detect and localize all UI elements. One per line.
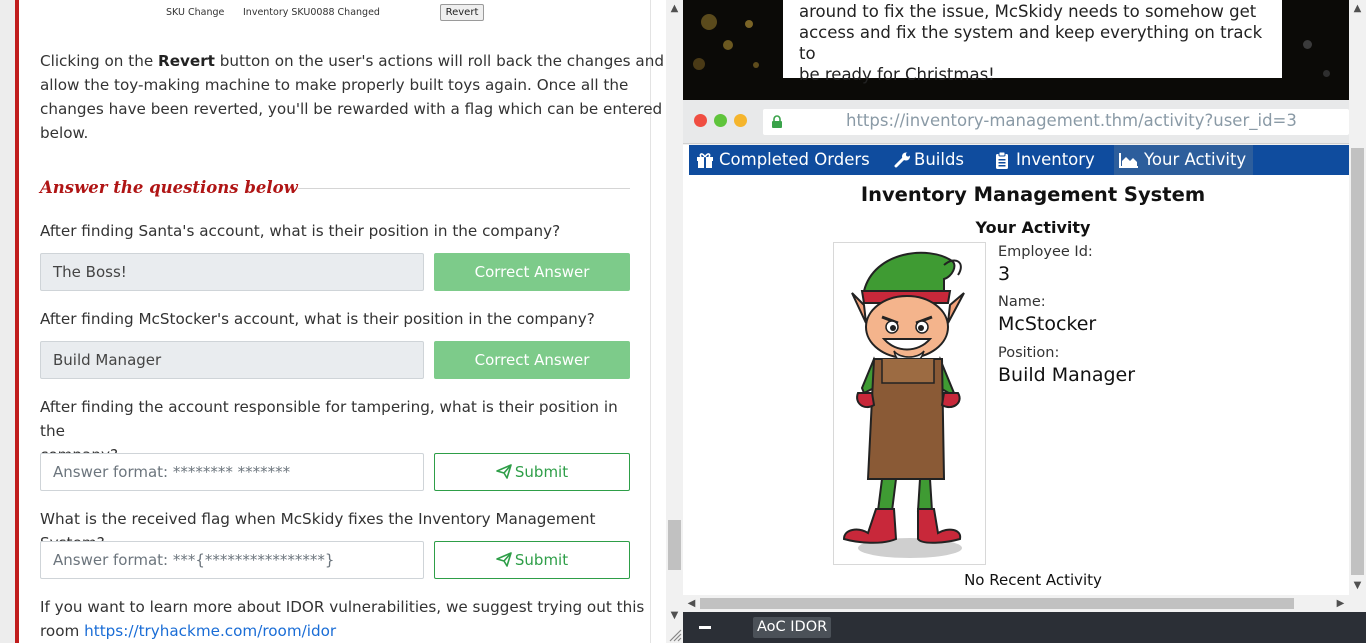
heading-rule <box>298 188 630 189</box>
task-panel-scrollbar[interactable]: ▲ ▼ <box>666 0 683 643</box>
question-2-answer-field[interactable]: Build Manager <box>40 341 424 379</box>
wrench-icon <box>894 152 910 168</box>
nav-your-activity[interactable]: Your Activity <box>1114 145 1253 175</box>
idor-room-link[interactable]: https://tryhackme.com/room/idor <box>84 622 336 640</box>
bokeh-light <box>1303 40 1312 49</box>
page-title: Inventory Management System <box>860 183 1206 206</box>
task-panel: SKU Change Inventory SKU0088 Changed Rev… <box>0 0 666 643</box>
question-2-correct-button[interactable]: Correct Answer <box>434 341 630 379</box>
maximize-window-dot[interactable] <box>714 114 727 127</box>
task-accent-rule <box>15 0 19 643</box>
no-recent-activity: No Recent Activity <box>964 571 1102 589</box>
minimize-icon[interactable] <box>699 626 711 629</box>
url-text: https://inventory-management.thm/activit… <box>846 111 1297 130</box>
taskbar-aoc-idor-button[interactable]: AoC IDOR <box>753 617 832 638</box>
horizontal-scrollbar[interactable]: ◀ ▶ <box>683 595 1349 612</box>
bokeh-light <box>693 58 705 70</box>
question-3-answer-input[interactable]: Answer format: ******** ******* <box>40 453 424 491</box>
name-value: McStocker <box>998 313 1097 335</box>
question-1-text: After finding Santa's account, what is t… <box>40 222 561 240</box>
nav-completed-orders[interactable]: Completed Orders <box>689 145 883 175</box>
horizontal-scrollbar-thumb[interactable] <box>700 598 1294 609</box>
intro-line-3: changes have been reverted, you'll be re… <box>40 100 663 118</box>
employee-id-value: 3 <box>998 263 1011 285</box>
scrollbar-thumb[interactable] <box>668 520 681 570</box>
browser-chrome: https://inventory-management.thm/activit… <box>683 100 1349 144</box>
revert-button[interactable]: Revert <box>440 4 484 21</box>
panel-margin <box>0 0 15 643</box>
question-1-correct-button[interactable]: Correct Answer <box>434 253 630 291</box>
inventory-navbar: Completed Orders Builds Inventory Your A… <box>689 145 1349 175</box>
address-bar[interactable]: https://inventory-management.thm/activit… <box>763 109 1349 135</box>
position-label: Position: <box>998 345 1060 361</box>
bokeh-light <box>701 14 717 30</box>
scroll-up-arrow[interactable]: ▲ <box>1349 0 1366 17</box>
story-banner: around to fix the issue, McSkidy needs t… <box>683 0 1349 100</box>
paper-plane-icon <box>496 552 512 567</box>
position-value: Build Manager <box>998 364 1136 386</box>
chart-area-icon <box>1119 153 1138 168</box>
section-title: Your Activity <box>975 218 1091 237</box>
question-2-text: After finding McStocker's account, what … <box>40 310 595 328</box>
elf-illustration <box>842 251 965 558</box>
question-3-submit-button[interactable]: Submit <box>434 453 630 491</box>
scroll-up-arrow[interactable]: ▲ <box>666 0 683 17</box>
answer-questions-heading: Answer the questions below <box>40 178 298 197</box>
intro-line-4: below. <box>40 124 89 142</box>
intro-line-2: allow the toy-making machine to make pro… <box>40 76 629 94</box>
name-label: Name: <box>998 294 1046 310</box>
bokeh-light <box>1323 70 1330 77</box>
lock-icon <box>772 115 782 128</box>
intro-line-1: Clicking on the Revert button on the use… <box>40 52 664 70</box>
scroll-right-arrow[interactable]: ▶ <box>1332 595 1349 612</box>
intro-paragraph: Clicking on the Revert button on the use… <box>40 49 664 145</box>
employee-id-label: Employee Id: <box>998 244 1093 260</box>
question-1-answer-field[interactable]: The Boss! <box>40 253 424 291</box>
scroll-left-arrow[interactable]: ◀ <box>683 595 700 612</box>
intro-bold-revert: Revert <box>158 52 215 70</box>
question-4-answer-input[interactable]: Answer format: ***{****************} <box>40 541 424 579</box>
inventory-webpage: Completed Orders Builds Inventory Your A… <box>683 145 1349 595</box>
bokeh-light <box>753 62 759 68</box>
nav-inventory[interactable]: Inventory <box>989 145 1109 175</box>
bokeh-light <box>723 40 733 50</box>
vm-taskbar: AoC IDOR <box>683 612 1366 643</box>
paper-plane-icon <box>496 464 512 479</box>
gift-icon <box>697 153 713 168</box>
scroll-down-arrow[interactable]: ▼ <box>1349 577 1366 594</box>
question-4-submit-button[interactable]: Submit <box>434 541 630 579</box>
employee-avatar <box>833 242 986 565</box>
scroll-down-arrow[interactable]: ▼ <box>666 607 683 624</box>
action-type-cell: SKU Change <box>166 7 225 18</box>
clipboard-icon <box>996 152 1008 169</box>
resize-grip-icon[interactable] <box>666 625 683 643</box>
action-desc-cell: Inventory SKU0088 Changed <box>243 7 380 18</box>
minimize-window-dot[interactable] <box>734 114 747 127</box>
vertical-scrollbar[interactable]: ▲ ▼ <box>1349 0 1366 612</box>
vertical-scrollbar-thumb[interactable] <box>1351 148 1364 575</box>
close-window-dot[interactable] <box>694 114 707 127</box>
split-view-panel: around to fix the issue, McSkidy needs t… <box>683 0 1366 643</box>
outro-paragraph: If you want to learn more about IDOR vul… <box>40 598 645 640</box>
nav-builds[interactable]: Builds <box>889 145 983 175</box>
bokeh-light <box>745 20 753 28</box>
story-note: around to fix the issue, McSkidy needs t… <box>783 0 1282 84</box>
